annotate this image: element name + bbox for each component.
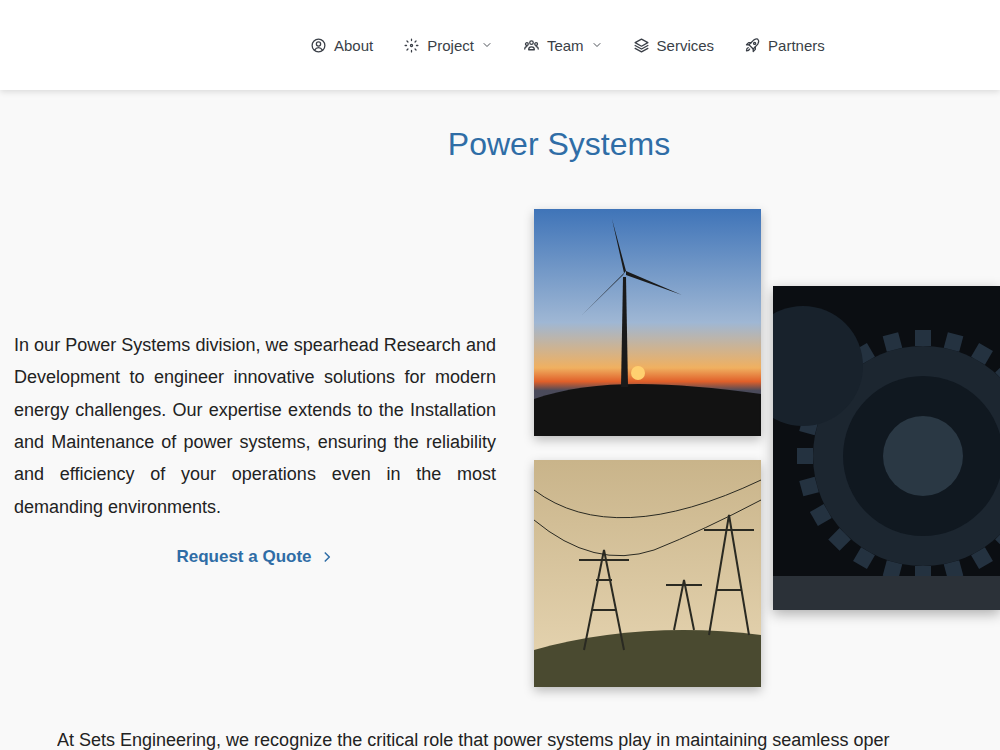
chevron-down-icon	[481, 39, 493, 51]
description-text: At Sets Engineering, we recognize the cr…	[57, 727, 1000, 750]
intro-column: In our Power Systems division, we spearh…	[14, 209, 496, 687]
page-title: Power Systems	[0, 124, 1000, 164]
user-icon	[310, 37, 327, 54]
nav-item[interactable]: Team	[523, 37, 603, 54]
nav-item[interactable]: About	[310, 37, 373, 54]
content-row: In our Power Systems division, we spearh…	[0, 209, 1000, 687]
wind-turbine-photo	[534, 209, 761, 436]
main-nav: About Project Team Services Partners	[310, 37, 825, 54]
rocket-icon	[744, 37, 761, 54]
project-icon	[403, 37, 420, 54]
header-bar: About Project Team Services Partners	[0, 0, 1000, 90]
chevron-down-icon	[591, 39, 603, 51]
gears-photo	[773, 286, 1000, 610]
team-icon	[523, 37, 540, 54]
request-quote-link[interactable]: Request a Quote	[176, 547, 333, 567]
nav-label[interactable]: About	[334, 37, 373, 54]
image-column	[534, 209, 761, 687]
power-lines-photo	[534, 460, 761, 687]
nav-item[interactable]: Partners	[744, 37, 825, 54]
nav-item[interactable]: Project	[403, 37, 493, 54]
nav-label[interactable]: Services	[657, 37, 715, 54]
nav-label[interactable]: Partners	[768, 37, 825, 54]
chevron-right-icon	[320, 550, 334, 564]
quote-label[interactable]: Request a Quote	[176, 547, 311, 567]
nav-item[interactable]: Services	[633, 37, 715, 54]
nav-label[interactable]: Project	[427, 37, 474, 54]
intro-text: In our Power Systems division, we spearh…	[14, 329, 496, 523]
nav-label[interactable]: Team	[547, 37, 584, 54]
layers-icon	[633, 37, 650, 54]
